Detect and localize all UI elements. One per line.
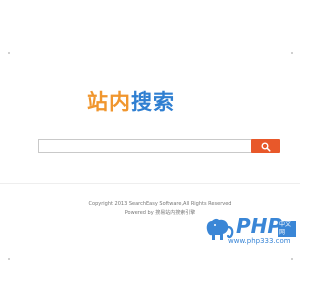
page: 站内搜索 Copyright 2013 SearchEasy Software,…: [0, 0, 300, 300]
copyright-text: Copyright 2013 SearchEasy Software,All R…: [88, 201, 232, 207]
corner-dot-ml: [8, 258, 10, 260]
site-logo: 站内搜索: [87, 90, 175, 114]
watermark-badge: 中文网: [278, 221, 296, 237]
corner-dot-tr: [291, 52, 293, 54]
logo-part-1: 站内: [87, 90, 131, 114]
search-icon: [261, 142, 271, 152]
logo-part-2: 搜索: [131, 90, 175, 114]
watermark-url: www.php333.com: [228, 237, 291, 245]
search-input[interactable]: [38, 139, 254, 153]
search-form: [38, 139, 280, 153]
search-button[interactable]: [251, 139, 280, 153]
footer-divider: [0, 183, 300, 184]
watermark: PHP 中文网 www.php333.com: [206, 215, 296, 255]
corner-dot-tl: [8, 52, 10, 54]
watermark-brand: PHP: [236, 214, 283, 238]
corner-dot-mr: [291, 258, 293, 260]
